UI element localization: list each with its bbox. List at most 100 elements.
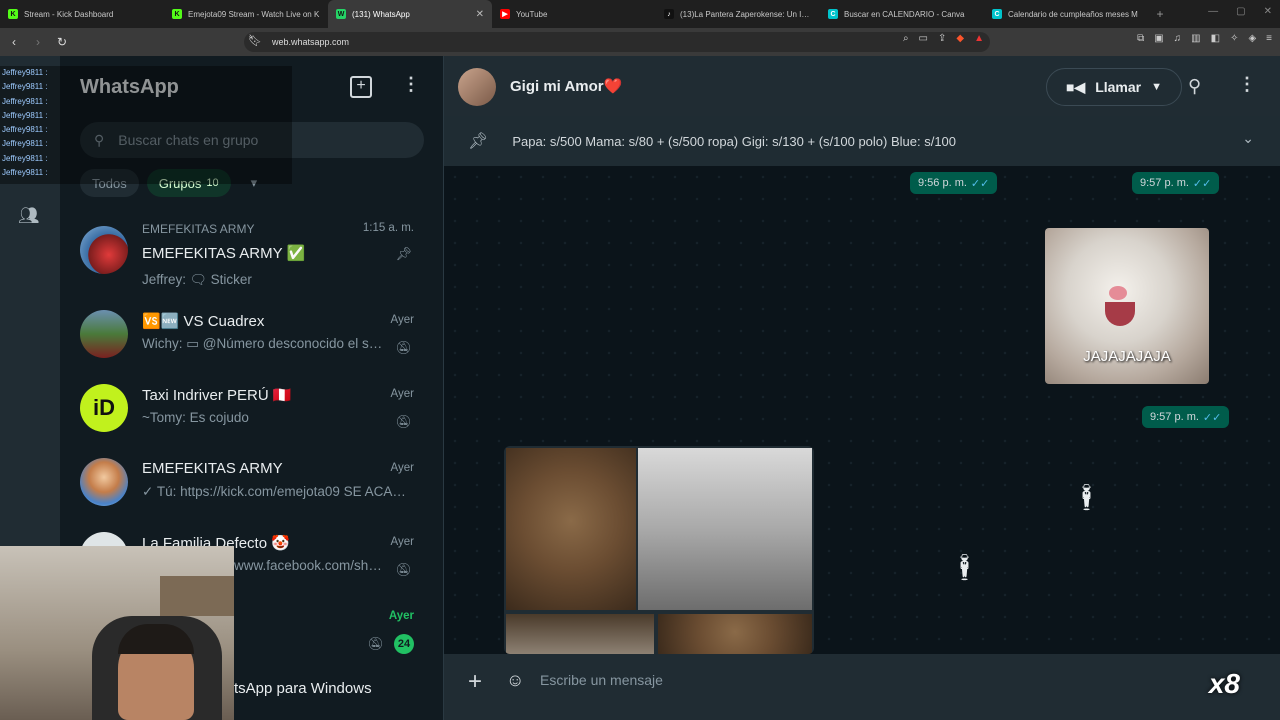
webcam-overlay [0,546,234,720]
leo-icon[interactable]: ✧ [1230,33,1238,44]
extension-icon[interactable]: ⧉ [1137,33,1144,44]
whatsapp-icon: W [336,9,346,19]
zoom-icon[interactable]: ⌕ [903,33,909,44]
share-icon[interactable]: ⇪ [938,33,946,44]
photo-couple[interactable] [638,448,812,610]
tab-title: Emejota09 Stream - Watch Live on K [188,9,320,19]
message-composer: + ☺ Escribe un mensaje [444,654,1280,720]
tab-title: (13)La Pantera Zaperokense: Un Icon [680,9,812,19]
wallet-icon[interactable]: ◧ [1211,33,1220,44]
chat-name: Taxi Indriver PERÚ 🇵🇪 [142,387,292,404]
menu-icon[interactable]: ⋮ [1238,74,1256,95]
chat-group-label: EMEFEKITAS ARMY [142,222,255,236]
tab-tiktok[interactable]: ♪ (13)La Pantera Zaperokense: Un Icon [656,0,820,28]
windows-download-text[interactable]: tsApp para Windows [234,680,372,697]
chevron-down-icon[interactable]: ⌄ [1242,130,1254,147]
chat-name: 🆚🆕 VS Cuadrex [142,313,265,330]
pixel-character-icon: 🕴︎ [1070,482,1104,512]
chat-item[interactable]: EMEFEKITAS ARMY EMEFEKITAS ARMY ✅ Jeffre… [60,216,444,290]
back-icon[interactable]: ‹ [4,35,24,49]
bookmark-icon[interactable]: 🔖︎ [248,34,262,47]
contact-name[interactable]: Gigi mi Amor❤️ [510,77,622,95]
photo-bear[interactable] [506,448,636,610]
muted-icon: 🔕︎ [395,562,412,577]
chat-preview: ✓ Tú: https://kick.com/emejota09 SE ACAB… [142,484,412,499]
tab-title: Calendario de cumpleaños meses M [1008,9,1138,19]
brave-rewards-icon[interactable]: ▲ [974,33,984,44]
maximize-icon[interactable]: ▢ [1236,6,1245,17]
pinned-message-bar[interactable]: 📌︎ Papa: s/500 Mama: s/80 + (s/500 ropa)… [444,116,1280,166]
url-field[interactable]: web.whatsapp.com [244,32,990,52]
chat-item[interactable]: 🆚🆕 VS Cuadrex Wichy: ▭ @Número desconoci… [60,300,444,374]
address-bar: ‹ › ↻ web.whatsapp.com [0,28,1280,56]
emoji-icon[interactable]: ☺ [506,670,524,691]
new-chat-icon[interactable]: + [350,76,372,98]
pixel-character-icon: 🕴︎ [948,552,982,582]
canva-icon: C [992,9,1002,19]
sticker-caption: JAJAJAJAJA [1083,348,1171,365]
reload-icon[interactable]: ↻ [52,35,72,49]
new-tab-icon[interactable]: + [1148,7,1172,21]
chat-item[interactable]: iD Taxi Indriver PERÚ 🇵🇪 ~Tomy: Es cojud… [60,374,444,448]
stream-chat-overlay: Jeffrey9811 : Jeffrey9811 : Jeffrey9811 … [0,66,292,184]
tab-whatsapp[interactable]: W (131) WhatsApp ✕ [328,0,492,28]
tab-kick-dashboard[interactable]: K Stream - Kick Dashboard [0,0,164,28]
contact-avatar[interactable] [458,68,496,106]
avatar [80,226,128,274]
chat-preview: www.facebook.com/shar... [234,558,388,573]
kick-icon: K [172,9,182,19]
chat-item[interactable]: EMEFEKITAS ARMY ✓ Tú: https://kick.com/e… [60,448,444,522]
photo-bear[interactable] [658,614,812,654]
communities-icon[interactable]: 👥︎ [18,206,40,226]
chat-preview: Jeffrey: 🗨 Sticker [142,272,252,287]
screen-icon[interactable]: ▭ [919,33,928,44]
vpn-icon[interactable]: ◈ [1248,33,1256,44]
browser-tab-bar: K Stream - Kick Dashboard K Emejota09 St… [0,0,1280,28]
muted-icon: 🔕︎ [395,340,412,355]
pin-icon: 📌︎ [395,246,412,261]
close-window-icon[interactable]: ✕ [1264,6,1272,17]
chat-time: Ayer [390,314,414,326]
sidebar-toggle-icon[interactable]: ▥ [1191,33,1200,44]
search-icon[interactable]: ⚲ [1188,76,1201,97]
window-controls: — ▢ ✕ [1208,6,1272,17]
chat-preview: ~Tomy: Es cojudo [142,410,249,425]
menu-icon[interactable]: ≡ [1266,33,1272,44]
message-input[interactable]: Escribe un mensaje [540,672,663,688]
chat-time: Ayer [388,610,414,622]
tab-title: YouTube [516,9,548,19]
photo-frame[interactable] [506,614,654,654]
tab-title: Stream - Kick Dashboard [24,9,114,19]
tab-canva-calendar[interactable]: C Calendario de cumpleaños meses M [984,0,1148,28]
menu-icon[interactable]: ⋮ [402,74,420,95]
brave-shield-icon[interactable]: ◆ [956,33,964,44]
stream-chat-line: Jeffrey9811 : [2,68,48,77]
forward-icon[interactable]: › [28,35,48,49]
chat-time: Ayer [390,536,414,548]
photo-album[interactable] [504,446,814,654]
chat-name: EMEFEKITAS ARMY ✅ [142,245,306,262]
music-icon[interactable]: ♫ [1174,33,1182,44]
tab-kick-stream[interactable]: K Emejota09 Stream - Watch Live on K [164,0,328,28]
shelf [160,576,234,616]
close-tab-icon[interactable]: ✕ [476,9,484,20]
message-timestamp: 9:57 p. m. ✓✓ [1142,406,1230,428]
message-area: 9:56 p. m. ✓✓ 9:57 p. m. ✓✓ JAJAJAJAJA 9… [444,166,1280,654]
tab-title: Buscar en CALENDARIO - Canva [844,9,965,19]
tab-title: (131) WhatsApp [352,9,410,19]
conversation-panel: Gigi mi Amor❤️ ■◀︎ Llamar ▼ ⚲ ⋮ 📌︎ Papa:… [444,56,1280,720]
stream-chat-line: Jeffrey9811 : [2,96,48,106]
muted-icon: 🔕︎ [367,636,384,651]
youtube-icon: ▶ [500,9,510,19]
minimize-icon[interactable]: — [1208,6,1218,17]
call-label: Llamar [1095,79,1142,95]
tab-youtube[interactable]: ▶ YouTube [492,0,656,28]
stream-chat-line: Jeffrey9811 : [2,153,48,163]
wallet-icon[interactable]: ▣ [1154,33,1163,44]
attach-icon[interactable]: + [468,668,482,696]
avatar [80,458,128,506]
tab-canva-search[interactable]: C Buscar en CALENDARIO - Canva [820,0,984,28]
call-button[interactable]: ■◀︎ Llamar ▼ [1046,68,1182,106]
time-text: 9:57 p. m. [1150,411,1199,423]
cat-sticker[interactable]: JAJAJAJAJA [1045,228,1209,384]
